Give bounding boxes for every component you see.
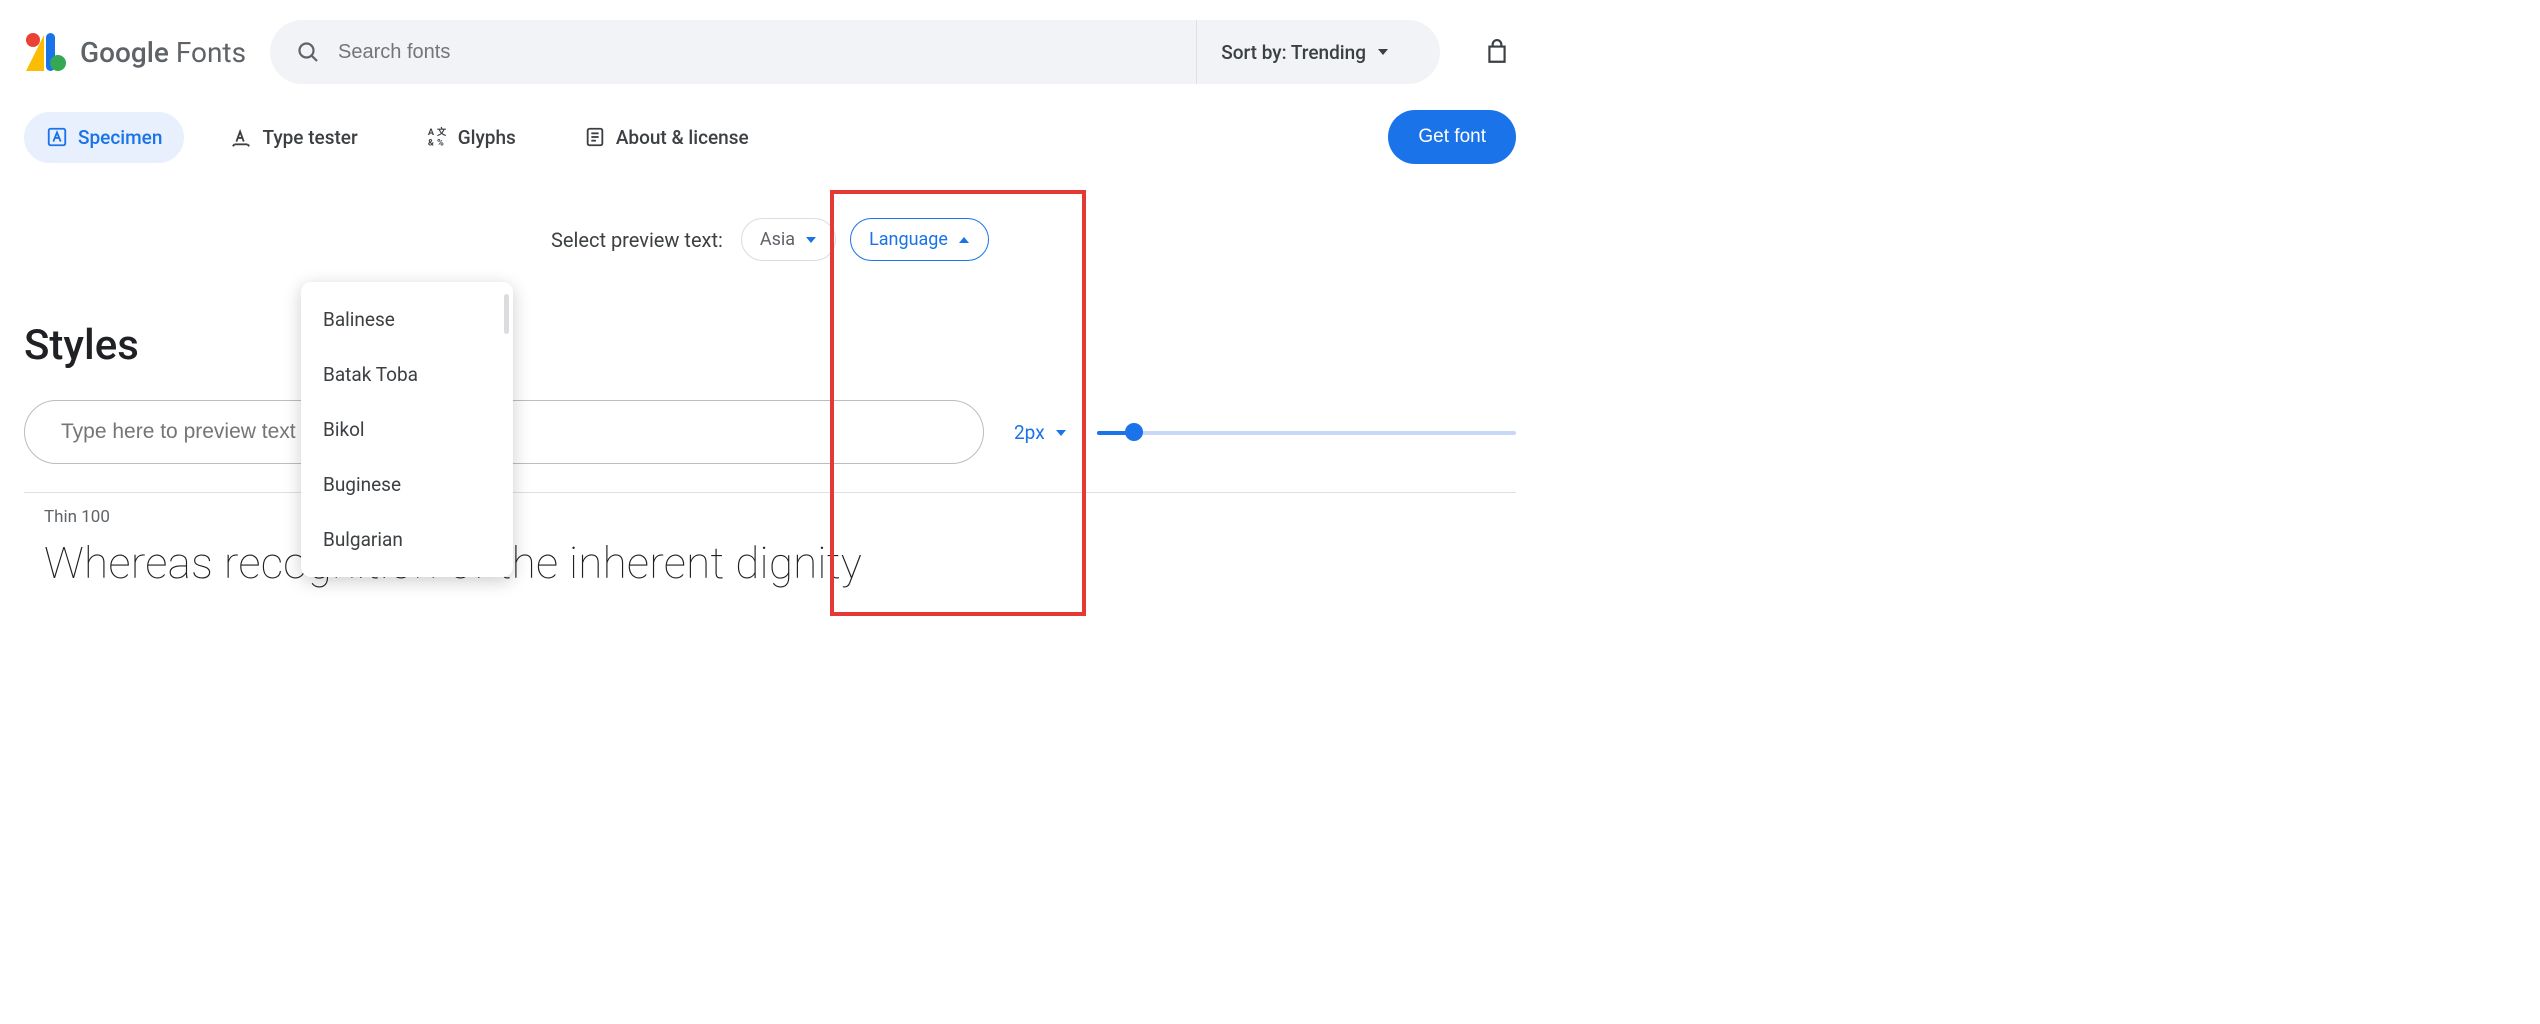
svg-text:%: % xyxy=(437,138,444,148)
glyphs-icon: A 文 & % xyxy=(426,126,448,148)
language-option[interactable]: Bulgarian xyxy=(301,512,513,567)
preview-text-selectors: Select preview text: Asia Language Balin… xyxy=(0,218,1540,261)
search-input[interactable] xyxy=(338,41,1202,64)
preview-language-value: Language xyxy=(869,229,948,250)
sort-button[interactable]: Sort by: Trending xyxy=(1196,20,1414,84)
language-dropdown: Balinese Batak Toba Bikol Buginese Bulga… xyxy=(301,282,513,577)
specimen-icon xyxy=(46,126,68,148)
svg-text:A: A xyxy=(428,128,435,138)
svg-text:文: 文 xyxy=(437,126,447,138)
weight-label: Thin 100 xyxy=(24,507,1516,527)
logo-text: Google Fonts xyxy=(80,36,246,69)
logo[interactable]: Google Fonts xyxy=(24,31,246,73)
font-size-value: 2px xyxy=(1014,421,1045,444)
preview-language-chip[interactable]: Language xyxy=(850,218,989,261)
tabs: Specimen Type tester A 文 & % Glyphs xyxy=(0,104,1540,174)
font-size-slider[interactable] xyxy=(1097,429,1516,435)
dropdown-scrollbar[interactable] xyxy=(504,294,509,334)
sort-label: Sort by: Trending xyxy=(1221,41,1366,64)
caret-down-icon xyxy=(1055,421,1067,444)
tab-about-license-label: About & license xyxy=(616,126,749,149)
language-option[interactable]: Bikol xyxy=(301,402,513,457)
get-font-button[interactable]: Get font xyxy=(1388,110,1516,164)
language-option[interactable]: Batak Toba xyxy=(301,347,513,402)
slider-track xyxy=(1097,431,1516,435)
font-size-select[interactable]: 2px xyxy=(1014,421,1067,444)
logo-mark-icon xyxy=(24,31,66,73)
styles-heading: Styles xyxy=(24,321,1516,370)
divider xyxy=(24,492,1516,493)
preview-controls-row: 2px xyxy=(24,400,1516,464)
tab-type-tester-label: Type tester xyxy=(262,126,357,149)
about-icon xyxy=(584,126,606,148)
tab-specimen-label: Specimen xyxy=(78,126,162,149)
tab-glyphs[interactable]: A 文 & % Glyphs xyxy=(404,112,538,163)
caret-up-icon xyxy=(958,234,970,246)
language-option[interactable]: Buginese xyxy=(301,457,513,512)
slider-thumb[interactable] xyxy=(1125,423,1143,441)
shopping-bag-icon[interactable] xyxy=(1484,39,1510,65)
caret-down-icon xyxy=(1376,41,1390,64)
style-preview-text: Whereas recognition of the inherent dign… xyxy=(24,537,1516,589)
svg-text:&: & xyxy=(428,138,434,148)
preview-select-label: Select preview text: xyxy=(551,228,723,252)
preview-region-chip[interactable]: Asia xyxy=(741,218,836,261)
app-header: Google Fonts Sort by: Trending xyxy=(0,0,1540,104)
language-option[interactable]: Balinese xyxy=(301,292,513,347)
type-tester-icon xyxy=(230,126,252,148)
caret-down-icon xyxy=(805,234,817,246)
tab-type-tester[interactable]: Type tester xyxy=(208,112,379,163)
tab-about-license[interactable]: About & license xyxy=(562,112,771,163)
tab-specimen[interactable]: Specimen xyxy=(24,112,184,163)
preview-region-value: Asia xyxy=(760,229,795,250)
tab-glyphs-label: Glyphs xyxy=(458,126,516,149)
search-bar[interactable]: Sort by: Trending xyxy=(270,20,1440,84)
search-icon xyxy=(296,40,320,64)
styles-section: Styles 2px Thin 100 Whereas recognition … xyxy=(0,321,1540,589)
